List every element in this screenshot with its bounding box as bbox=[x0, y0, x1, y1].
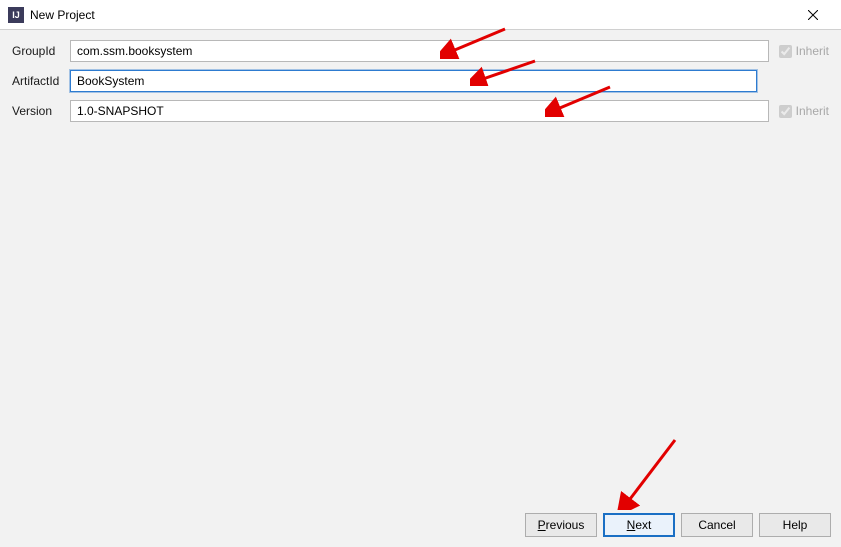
next-button[interactable]: Next bbox=[603, 513, 675, 537]
form-area: GroupId Inherit ArtifactId Version Inher… bbox=[0, 30, 841, 122]
version-row: Version Inherit bbox=[12, 100, 829, 122]
groupid-label: GroupId bbox=[12, 44, 70, 58]
groupid-row: GroupId Inherit bbox=[12, 40, 829, 62]
version-inherit: Inherit bbox=[779, 104, 829, 118]
version-label: Version bbox=[12, 104, 70, 118]
app-icon: IJ bbox=[8, 7, 24, 23]
groupid-inherit-checkbox bbox=[779, 45, 792, 58]
groupid-inherit-label: Inherit bbox=[796, 44, 829, 58]
button-bar: Previous Next Cancel Help bbox=[525, 513, 831, 537]
titlebar: IJ New Project bbox=[0, 0, 841, 30]
help-button[interactable]: Help bbox=[759, 513, 831, 537]
artifactid-input[interactable] bbox=[70, 70, 757, 92]
groupid-inherit: Inherit bbox=[779, 44, 829, 58]
version-input[interactable] bbox=[70, 100, 769, 122]
cancel-button[interactable]: Cancel bbox=[681, 513, 753, 537]
previous-button[interactable]: Previous bbox=[525, 513, 597, 537]
close-button[interactable] bbox=[793, 1, 833, 29]
artifactid-label: ArtifactId bbox=[12, 74, 70, 88]
window-title: New Project bbox=[30, 8, 793, 22]
version-inherit-checkbox bbox=[779, 105, 792, 118]
annotation-arrow-icon bbox=[615, 435, 685, 510]
groupid-input[interactable] bbox=[70, 40, 769, 62]
close-icon bbox=[808, 10, 818, 20]
artifactid-row: ArtifactId bbox=[12, 70, 829, 92]
version-inherit-label: Inherit bbox=[796, 104, 829, 118]
